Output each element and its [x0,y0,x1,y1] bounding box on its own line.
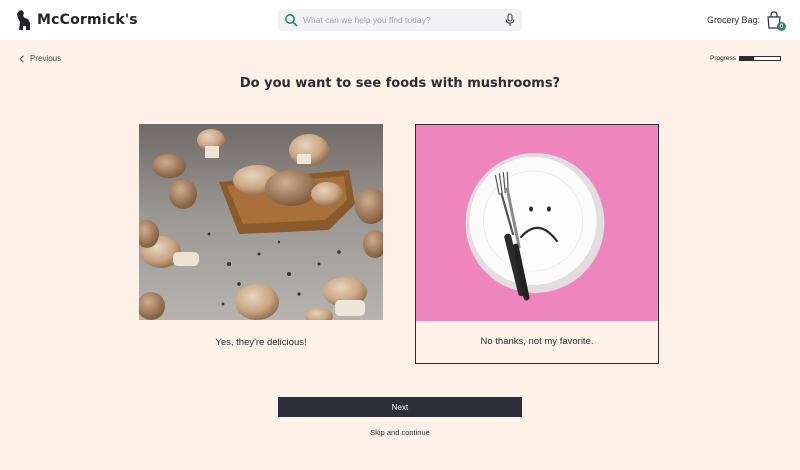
progress-label: Progress [709,55,736,62]
previous-label: Previous [30,54,62,63]
search-icon [285,14,298,27]
mushrooms-photo [139,124,383,320]
progress-bar [739,56,781,61]
sad-plate-photo [416,125,658,321]
option-label-no: No thanks, not my favorite. [480,335,594,347]
previous-link[interactable]: Previous [19,54,61,63]
option-label-yes: Yes, they're delicious! [215,336,307,348]
skip-and-continue-link[interactable]: Skip and continue [0,428,800,437]
search-bar[interactable] [278,9,522,31]
bag-icon-container[interactable]: 0 [766,11,786,31]
brand-name: McCormick's [37,12,138,28]
progress-bar-fill [740,57,754,60]
grocery-bag-label: Grocery Bag: [706,15,760,25]
option-card-no[interactable]: No thanks, not my favorite. [415,124,659,364]
microphone-icon[interactable] [504,13,516,27]
dog-logo-icon [17,10,30,30]
brand-logo[interactable]: McCormick's [16,9,138,31]
chevron-left-icon [19,54,24,63]
bag-count-badge: 0 [777,22,786,31]
top-header: McCormick's Grocery Bag: 0 [0,0,800,40]
next-button[interactable]: Next [278,397,522,417]
search-input[interactable] [303,15,493,25]
grocery-bag[interactable]: Grocery Bag: 0 [706,11,786,31]
question-heading: Do you want to see foods with mushrooms? [239,76,561,91]
progress-indicator: Progress [710,55,781,62]
option-card-yes[interactable]: Yes, they're delicious! [139,124,383,364]
